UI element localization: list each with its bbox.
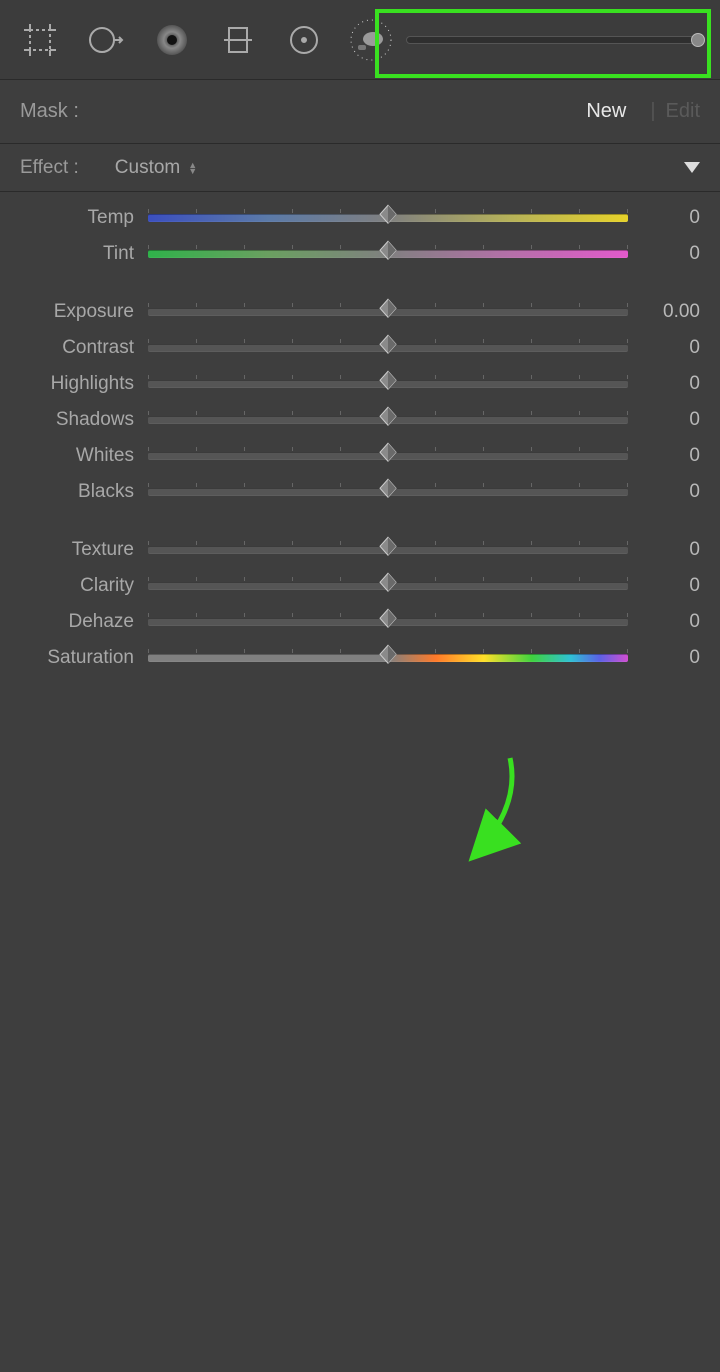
slider-value-clarity: 0: [628, 575, 700, 597]
graduated-filter-tool-icon[interactable]: [216, 18, 260, 62]
slider-row-blacks: Blacks 0: [20, 474, 700, 510]
slider-value-dehaze: 0: [628, 611, 700, 633]
slider-tint[interactable]: [148, 250, 628, 258]
slider-thumb-saturation[interactable]: [378, 644, 398, 669]
slider-thumb-whites[interactable]: [378, 442, 398, 467]
brush-size-slider-thumb[interactable]: [691, 33, 705, 47]
slider-value-shadows: 0: [628, 409, 700, 431]
slider-value-texture: 0: [628, 539, 700, 561]
slider-row-tint: Tint 0: [20, 236, 700, 272]
slider-row-temp: Temp 0: [20, 200, 700, 236]
radial-filter-tool-icon[interactable]: [282, 18, 326, 62]
slider-label-clarity: Clarity: [20, 575, 148, 597]
slider-thumb-dehaze[interactable]: [378, 608, 398, 633]
updown-icon: ▲▼: [188, 162, 197, 174]
spot-removal-tool-icon[interactable]: [84, 18, 128, 62]
slider-row-highlights: Highlights 0: [20, 366, 700, 402]
effect-row: Effect : Custom ▲▼: [0, 144, 720, 192]
effect-label: Effect :: [20, 157, 79, 179]
slider-thumb-blacks[interactable]: [378, 478, 398, 503]
slider-thumb-contrast[interactable]: [378, 334, 398, 359]
slider-shadows[interactable]: [148, 416, 628, 424]
slider-label-highlights: Highlights: [20, 373, 148, 395]
slider-contrast[interactable]: [148, 344, 628, 352]
slider-thumb-clarity[interactable]: [378, 572, 398, 597]
slider-thumb-tint[interactable]: [378, 240, 398, 265]
slider-highlights[interactable]: [148, 380, 628, 388]
brush-tool-area: [348, 18, 702, 62]
slider-label-blacks: Blacks: [20, 481, 148, 503]
slider-label-contrast: Contrast: [20, 337, 148, 359]
panel-disclosure-triangle-icon[interactable]: [684, 162, 700, 173]
slider-blacks[interactable]: [148, 488, 628, 496]
effect-preset-value: Custom: [115, 157, 180, 179]
crop-tool-icon[interactable]: [18, 18, 62, 62]
slider-dehaze[interactable]: [148, 618, 628, 626]
slider-saturation[interactable]: [148, 654, 628, 662]
slider-value-contrast: 0: [628, 337, 700, 359]
slider-row-texture: Texture 0: [20, 532, 700, 568]
slider-row-contrast: Contrast 0: [20, 330, 700, 366]
slider-value-tint: 0: [628, 243, 700, 265]
redeye-tool-icon[interactable]: [150, 18, 194, 62]
slider-row-shadows: Shadows 0: [20, 402, 700, 438]
slider-label-dehaze: Dehaze: [20, 611, 148, 633]
slider-thumb-shadows[interactable]: [378, 406, 398, 431]
slider-thumb-highlights[interactable]: [378, 370, 398, 395]
slider-value-blacks: 0: [628, 481, 700, 503]
slider-value-saturation: 0: [628, 647, 700, 669]
slider-label-shadows: Shadows: [20, 409, 148, 431]
slider-whites[interactable]: [148, 452, 628, 460]
slider-thumb-temp[interactable]: [378, 204, 398, 229]
mask-label: Mask :: [20, 100, 79, 123]
slider-row-saturation: Saturation 0: [20, 640, 700, 676]
slider-label-tint: Tint: [20, 243, 148, 265]
slider-clarity[interactable]: [148, 582, 628, 590]
slider-row-clarity: Clarity 0: [20, 568, 700, 604]
mask-edit-button: Edit: [666, 100, 700, 123]
slider-label-exposure: Exposure: [20, 301, 148, 323]
slider-value-temp: 0: [628, 207, 700, 229]
local-adjust-toolbar: [0, 0, 720, 80]
mask-new-button[interactable]: New: [586, 100, 626, 123]
slider-thumb-texture[interactable]: [378, 536, 398, 561]
slider-row-exposure: Exposure 0.00: [20, 294, 700, 330]
mask-separator: |: [650, 100, 655, 123]
slider-exposure[interactable]: [148, 308, 628, 316]
slider-value-exposure: 0.00: [628, 301, 700, 323]
effect-preset-dropdown[interactable]: Custom ▲▼: [115, 157, 197, 179]
slider-row-whites: Whites 0: [20, 438, 700, 474]
adjustment-brush-tool-icon[interactable]: [348, 17, 394, 63]
annotation-arrow-icon: [0, 676, 720, 1372]
slider-texture[interactable]: [148, 546, 628, 554]
slider-thumb-exposure[interactable]: [378, 298, 398, 323]
slider-value-highlights: 0: [628, 373, 700, 395]
mask-row: Mask : New | Edit: [0, 80, 720, 144]
slider-value-whites: 0: [628, 445, 700, 467]
slider-row-dehaze: Dehaze 0: [20, 604, 700, 640]
slider-label-whites: Whites: [20, 445, 148, 467]
slider-label-texture: Texture: [20, 539, 148, 561]
brush-size-slider[interactable]: [406, 36, 702, 44]
sliders-panel: Temp0Tint0Exposure0.00Contrast0Highlight…: [0, 192, 720, 676]
slider-temp[interactable]: [148, 214, 628, 222]
slider-label-temp: Temp: [20, 207, 148, 229]
slider-label-saturation: Saturation: [20, 647, 148, 669]
